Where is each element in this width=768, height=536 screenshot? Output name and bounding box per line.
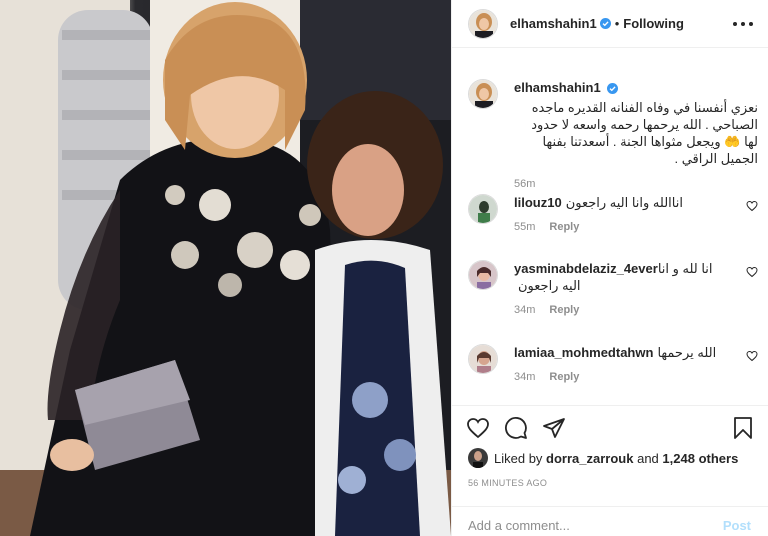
comments-list[interactable]: elhamshahin1 نعزي أنفسنا في وفاه الفنانه… bbox=[452, 49, 768, 404]
comment-item: lilouz10 اناالله وانا اليه راجعون 55m Repl… bbox=[468, 194, 758, 236]
post-timestamp[interactable]: 56 MINUTES AGO bbox=[468, 478, 547, 488]
photo-illustration bbox=[0, 0, 451, 536]
comment-time[interactable]: 34m bbox=[514, 304, 535, 316]
comment-item: lamiaa_mohmedtahwn الله يرحمها 34m Reply bbox=[468, 344, 758, 386]
likes-joiner: and bbox=[637, 450, 659, 466]
caption-text: نعزي أنفسنا في وفاه الفنانه القديره ماجد… bbox=[531, 100, 758, 166]
following-button[interactable]: Following bbox=[623, 16, 684, 31]
author-username[interactable]: elhamshahin1 bbox=[510, 16, 597, 31]
caption-verified-badge-icon bbox=[607, 83, 619, 95]
post-sidebar: elhamshahin1 • Following elhamshahin1 نع… bbox=[451, 0, 768, 536]
comment-text: اناالله وانا اليه راجعون bbox=[565, 195, 683, 210]
add-comment-input[interactable]: Add a comment... bbox=[468, 518, 570, 533]
comment-username[interactable]: yasminabdelaziz_4ever bbox=[514, 261, 658, 276]
caption-username[interactable]: elhamshahin1 bbox=[514, 80, 601, 95]
post-comment-button[interactable]: Post bbox=[723, 518, 751, 533]
comment-like-heart-icon[interactable] bbox=[746, 350, 758, 362]
reply-button[interactable]: Reply bbox=[549, 221, 579, 233]
comment-avatar[interactable] bbox=[468, 260, 498, 290]
comment-item: yasminabdelaziz_4everانا لله و انا اليه … bbox=[468, 260, 758, 319]
comment-text: الله يرحمها bbox=[657, 345, 717, 360]
bookmark-icon[interactable] bbox=[731, 416, 755, 440]
likes-prefix: Liked by bbox=[494, 450, 543, 466]
comment-username[interactable]: lilouz10 bbox=[514, 195, 562, 210]
caption-avatar[interactable] bbox=[468, 79, 498, 109]
comment-like-heart-icon[interactable] bbox=[746, 266, 758, 278]
likes-count[interactable]: 1,248 others bbox=[662, 451, 738, 466]
more-options-icon[interactable] bbox=[733, 16, 753, 32]
liker-avatar[interactable] bbox=[468, 448, 488, 468]
reply-button[interactable]: Reply bbox=[549, 304, 579, 316]
comment-like-heart-icon[interactable] bbox=[746, 200, 758, 212]
heart-icon[interactable] bbox=[466, 416, 490, 440]
post-header: elhamshahin1 • Following bbox=[452, 0, 768, 48]
likes-summary: Liked by dorra_zarrouk and 1,248 others bbox=[468, 448, 738, 468]
comment-avatar[interactable] bbox=[468, 194, 498, 224]
caption-time[interactable]: 56m bbox=[514, 178, 535, 190]
comment-avatar[interactable] bbox=[468, 344, 498, 374]
action-bar bbox=[452, 405, 768, 445]
instagram-post: elhamshahin1 • Following elhamshahin1 نع… bbox=[0, 0, 768, 536]
share-icon[interactable] bbox=[542, 416, 566, 440]
author-avatar[interactable] bbox=[468, 8, 498, 39]
add-comment-bar: Add a comment... Post bbox=[452, 506, 768, 536]
comment-time[interactable]: 34m bbox=[514, 371, 535, 383]
header-separator: • bbox=[614, 16, 620, 31]
liker-username[interactable]: dorra_zarrouk bbox=[546, 451, 633, 466]
verified-badge-icon bbox=[599, 18, 611, 29]
post-caption: elhamshahin1 نعزي أنفسنا في وفاه الفنانه… bbox=[468, 79, 758, 193]
comment-username[interactable]: lamiaa_mohmedtahwn bbox=[514, 345, 653, 360]
comment-time[interactable]: 55m bbox=[514, 221, 535, 233]
post-photo[interactable] bbox=[0, 0, 451, 536]
comment-icon[interactable] bbox=[504, 416, 528, 440]
reply-button[interactable]: Reply bbox=[549, 371, 579, 383]
